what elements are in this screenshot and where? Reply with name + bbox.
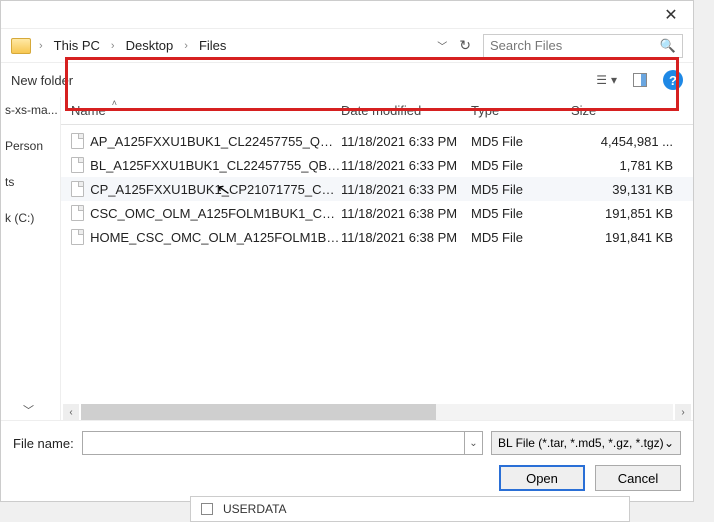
scroll-thumb[interactable] bbox=[81, 404, 436, 420]
crumb-files[interactable]: Files bbox=[196, 38, 229, 53]
list-icon: ☰ bbox=[596, 73, 607, 87]
close-button[interactable]: ✕ bbox=[649, 1, 693, 29]
background-window-row: USERDATA bbox=[190, 496, 630, 522]
scroll-right-button[interactable]: › bbox=[675, 404, 691, 420]
scroll-left-button[interactable]: ‹ bbox=[63, 404, 79, 420]
chevron-right-icon: › bbox=[37, 40, 45, 52]
refresh-button[interactable]: ↻ bbox=[453, 37, 477, 54]
file-row[interactable]: HOME_CSC_OMC_OLM_A125FOLM1BUK1... 11/18/… bbox=[61, 225, 693, 249]
file-row[interactable]: BL_A125FXXU1BUK1_CL22457755_QB459... 11/… bbox=[61, 153, 693, 177]
preview-pane-button[interactable] bbox=[633, 73, 647, 87]
file-name-dropdown[interactable]: ⌄ bbox=[465, 431, 483, 455]
toolbar: New folder ☰ ▾ ? bbox=[1, 63, 693, 97]
search-input[interactable]: Search Files 🔍 bbox=[483, 34, 683, 58]
file-icon bbox=[71, 181, 84, 197]
sort-asc-icon: ˄ bbox=[112, 98, 117, 108]
folder-icon bbox=[11, 38, 31, 54]
horizontal-scrollbar[interactable]: ‹ › bbox=[61, 404, 693, 420]
titlebar: ✕ bbox=[1, 1, 693, 29]
file-icon bbox=[71, 157, 84, 173]
new-folder-button[interactable]: New folder bbox=[11, 73, 73, 88]
sidebar-item[interactable]: ts bbox=[5, 175, 56, 189]
file-row[interactable]: CP_A125FXXU1BUK1_CP21071775_CL22 ... 11/… bbox=[61, 177, 693, 201]
file-open-dialog: ✕ › This PC › Desktop › Files ﹀ ↻ Search… bbox=[0, 0, 694, 502]
close-icon: ✕ bbox=[664, 5, 677, 25]
file-row[interactable]: AP_A125FXXU1BUK1_CL22457755_QB459... 11/… bbox=[61, 129, 693, 153]
dialog-footer: File name: ⌄ BL File (*.tar, *.md5, *.gz… bbox=[1, 420, 693, 501]
sidebar-item[interactable]: s-xs-ma... bbox=[5, 103, 56, 117]
help-button[interactable]: ? bbox=[663, 70, 683, 90]
file-name-label: File name: bbox=[13, 436, 74, 451]
column-headers: Name ˄ Date modified Type Size bbox=[61, 97, 693, 125]
search-icon: 🔍 bbox=[660, 38, 676, 54]
file-type-filter[interactable]: BL File (*.tar, *.md5, *.gz, *.tgz) ⌄ bbox=[491, 431, 681, 455]
chevron-down-icon[interactable]: ﹀ bbox=[23, 402, 34, 418]
chevron-down-icon: ⌄ bbox=[664, 436, 674, 450]
file-icon bbox=[71, 133, 84, 149]
view-mode-button[interactable]: ☰ ▾ bbox=[596, 73, 617, 87]
chevron-right-icon: › bbox=[109, 40, 117, 52]
search-placeholder: Search Files bbox=[490, 38, 562, 53]
chevron-right-icon: › bbox=[182, 40, 190, 52]
scroll-track[interactable] bbox=[81, 404, 673, 420]
col-type[interactable]: Type bbox=[471, 103, 571, 118]
file-name-input[interactable] bbox=[82, 431, 465, 455]
crumb-this-pc[interactable]: This PC bbox=[51, 38, 103, 53]
col-name[interactable]: Name ˄ bbox=[71, 103, 341, 118]
cancel-button[interactable]: Cancel bbox=[595, 465, 681, 491]
nav-sidebar: s-xs-ma... Person ts k (C:) ﹀ bbox=[1, 97, 61, 420]
col-size[interactable]: Size bbox=[571, 103, 683, 118]
sidebar-item[interactable]: k (C:) bbox=[5, 211, 56, 225]
userdata-label: USERDATA bbox=[223, 502, 287, 516]
file-icon bbox=[71, 229, 84, 245]
checkbox[interactable] bbox=[201, 503, 213, 515]
sidebar-item[interactable]: Person bbox=[5, 139, 56, 153]
file-row[interactable]: CSC_OMC_OLM_A125FOLM1BUK1_CL224... 11/18… bbox=[61, 201, 693, 225]
address-dropdown-icon[interactable]: ﹀ bbox=[437, 38, 447, 53]
file-icon bbox=[71, 205, 84, 221]
address-bar: › This PC › Desktop › Files ﹀ ↻ Search F… bbox=[1, 29, 693, 63]
open-button[interactable]: Open bbox=[499, 465, 585, 491]
crumb-desktop[interactable]: Desktop bbox=[123, 38, 177, 53]
chevron-down-icon: ▾ bbox=[611, 73, 617, 87]
col-date[interactable]: Date modified bbox=[341, 103, 471, 118]
file-list: Name ˄ Date modified Type Size AP_A125FX… bbox=[61, 97, 693, 420]
